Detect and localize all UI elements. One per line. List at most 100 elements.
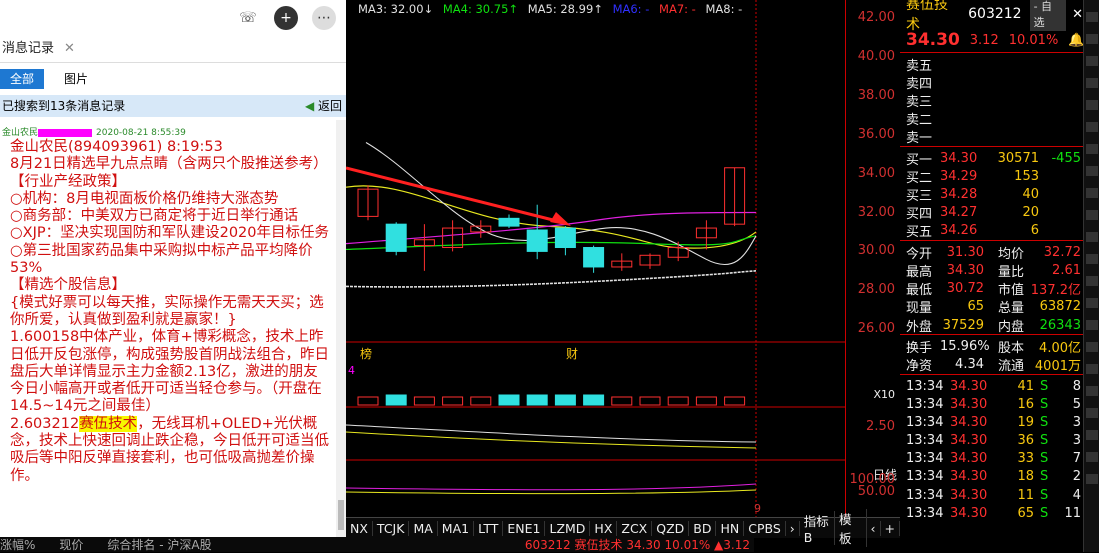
- message-body: 金山农民(894093961) 8:19:53 8月21日精选早九点点睛（含两只…: [0, 139, 330, 485]
- tab-images[interactable]: 图片: [54, 69, 98, 89]
- stat-label: 股本: [998, 341, 1025, 356]
- watchlist-button[interactable]: - 自选: [1029, 0, 1067, 31]
- level-volume: 153: [1014, 168, 1039, 184]
- indicator-tab[interactable]: CPBS: [744, 520, 786, 536]
- chat-scrollbar[interactable]: [336, 120, 346, 552]
- last-price: 34.30: [906, 30, 960, 50]
- stat-value: 65: [967, 299, 984, 315]
- side-tool-icon[interactable]: [1086, 166, 1098, 176]
- side-tool-icon[interactable]: [1086, 122, 1098, 132]
- indicator-tab[interactable]: MA1: [438, 520, 475, 536]
- tick-count: 5: [1072, 396, 1081, 412]
- side-tool-icon[interactable]: [1086, 408, 1098, 418]
- candle-body: [498, 217, 520, 227]
- order-level: 买一 34.30 30571 -455: [900, 149, 1083, 168]
- side-tool-icon[interactable]: [1086, 452, 1098, 462]
- msg-line: ○XJP：坚决实现国防和军队建设2020年目标任务: [10, 225, 330, 242]
- level-volume: 20: [1022, 205, 1039, 221]
- side-tool-icon[interactable]: [1086, 34, 1098, 44]
- side-tool-icon[interactable]: [1086, 254, 1098, 264]
- side-tool-icon[interactable]: [1086, 56, 1098, 66]
- side-tool-icon[interactable]: [1086, 12, 1098, 22]
- side-tool-icon[interactable]: [1086, 320, 1098, 330]
- indicator-tab[interactable]: +: [881, 520, 900, 536]
- msg-line: 金山农民(894093961) 8:19:53: [10, 139, 223, 155]
- level-label: 卖三: [906, 94, 933, 110]
- stat-value: 4.00亿: [1039, 341, 1081, 356]
- side-tool-icon[interactable]: [1086, 232, 1098, 242]
- more-icon[interactable]: ⋯: [312, 6, 336, 30]
- scroll-thumb[interactable]: [338, 500, 344, 530]
- indicator-tab[interactable]: LTT: [474, 520, 504, 536]
- quote-panel: 赛伍技术 603212 - 自选 ✕ 34.30 3.12 10.01% 🔔 卖…: [900, 0, 1085, 552]
- indicator-tab[interactable]: 模 板: [835, 509, 867, 547]
- side-tool-icon[interactable]: [1086, 386, 1098, 396]
- back-button[interactable]: ◀ 返回: [305, 95, 342, 117]
- side-tool-icon[interactable]: [1086, 474, 1098, 484]
- status-item[interactable]: 综合排名 - 沪深A股: [107, 536, 211, 553]
- side-tool-icon[interactable]: [1086, 430, 1098, 440]
- add-icon[interactable]: +: [274, 6, 298, 30]
- msg-line: {模式好票可以每天推，实际操作无需天天买；选你所爱，认真做到盈利就是赢家！}: [10, 294, 324, 328]
- indicator-tab[interactable]: 指标B: [800, 511, 835, 545]
- indicator-tab[interactable]: NX: [346, 520, 373, 536]
- stat-value: 63872: [1039, 299, 1081, 315]
- tick-count: 3: [1072, 414, 1081, 430]
- side-tool-icon[interactable]: [1086, 298, 1098, 308]
- side-tool-icon[interactable]: [1086, 188, 1098, 198]
- indicator-tab[interactable]: TCJK: [373, 520, 410, 536]
- side-tool-icon[interactable]: [1086, 342, 1098, 352]
- status-item[interactable]: 现价: [59, 536, 83, 553]
- price-tick: 28.00: [857, 282, 895, 298]
- ind2-tick: 50.00: [857, 484, 895, 499]
- message-sender-short: 金山农民: [2, 128, 39, 138]
- msg-line: ○商务部：中美双方已商定将于近日举行通话: [10, 208, 299, 225]
- candle-body: [526, 229, 548, 252]
- side-tool-icon[interactable]: [1086, 100, 1098, 110]
- stat-row: 今开 31.30 均价 32.72: [900, 243, 1083, 262]
- indicator-tab[interactable]: MA: [409, 520, 438, 536]
- indicator-tab[interactable]: HN: [716, 520, 745, 536]
- side-tool-icon[interactable]: [1086, 210, 1098, 220]
- stat-label: 市值: [998, 283, 1025, 299]
- tick-count: 11: [1064, 505, 1081, 521]
- msg-line: 【行业产经政策】: [10, 173, 126, 190]
- side-tool-icon[interactable]: [1086, 144, 1098, 154]
- tick-time: 13:34: [906, 414, 944, 430]
- tick-price: 34.30: [950, 505, 988, 521]
- indicator-tab[interactable]: QZD: [652, 520, 690, 536]
- side-tool-icon[interactable]: [1086, 78, 1098, 88]
- quote-title: 赛伍技术 603212 - 自选 ✕: [900, 0, 1083, 33]
- side-tool-icon[interactable]: [1086, 364, 1098, 374]
- order-level: 买四 34.27 20: [900, 204, 1083, 222]
- indicator-tab[interactable]: ZCX: [617, 520, 653, 536]
- indicator-tab[interactable]: ‹: [867, 520, 881, 536]
- trade-tick: 13:34 34.30 36 S 3: [900, 432, 1083, 450]
- level-label: 卖二: [906, 113, 933, 129]
- message-meta: 金山农民 2020-08-21 8:55:39: [0, 125, 346, 139]
- indicator-tab[interactable]: LZMD: [545, 520, 591, 536]
- tick-side: S: [1040, 433, 1049, 449]
- tick-side: S: [1040, 469, 1049, 485]
- volume-bar: [583, 394, 605, 406]
- indicator-tab[interactable]: ENE1: [503, 520, 546, 536]
- side-tool-icon[interactable]: [1086, 276, 1098, 286]
- chat-history-header: 消息记录 ✕: [0, 36, 346, 63]
- indicator-tab[interactable]: BD: [689, 520, 717, 536]
- kline-chart[interactable]: MA3: 32.00↓ MA4: 30.75↑ MA5: 28.99↑ MA6:…: [346, 0, 900, 552]
- status-ticker: 603212 赛伍技术 34.30 10.01% ▲3.12: [524, 538, 750, 552]
- volume-bar: [695, 396, 717, 406]
- indicator-tab[interactable]: HX: [590, 520, 618, 536]
- order-level: 买二 34.29 153: [900, 167, 1083, 186]
- tick-volume: 19: [1017, 414, 1034, 430]
- order-level: 卖一: [900, 128, 1083, 146]
- status-item[interactable]: 涨幅%: [0, 536, 35, 553]
- indicator-tab[interactable]: ›: [786, 520, 800, 536]
- tick-price: 34.30: [950, 451, 988, 467]
- tick-list: 13:34 34.30 41 S 8 13:34 34.30 16 S 5 13:34 34.30 19…: [900, 375, 1083, 523]
- close-icon[interactable]: ✕: [64, 36, 75, 62]
- msg-line: 8月21日精选早九点点睛（含两只个股推送参考）: [10, 156, 328, 173]
- close-icon[interactable]: ✕: [1072, 7, 1083, 22]
- tab-all[interactable]: 全部: [0, 69, 45, 89]
- phone-icon[interactable]: ☏: [236, 6, 260, 30]
